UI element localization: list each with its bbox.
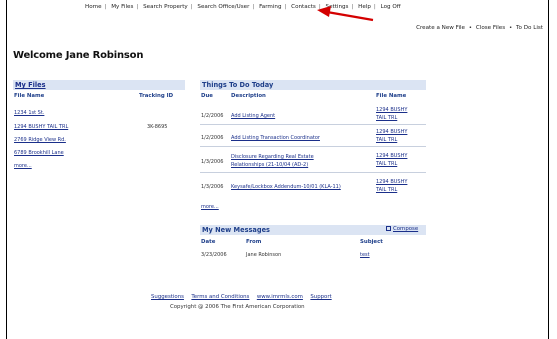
messages-title: My New Messages [202, 226, 270, 234]
annotation-arrow-icon [317, 6, 374, 22]
my-files-title[interactable]: My Files [15, 81, 46, 89]
compose-label[interactable]: Compose [393, 226, 418, 232]
row-divider [200, 124, 426, 125]
my-files-header: My Files [13, 80, 185, 90]
todo-description-link-line2[interactable]: Relationships (21-10/04 (AD-2) [231, 162, 308, 168]
todo-file-link[interactable]: 1294 BUSHY [376, 129, 407, 135]
todo-list-link[interactable]: To Do List [516, 25, 543, 31]
todo-description-link[interactable]: Disclosure Regarding Real Estate [231, 154, 314, 160]
todo-file-link-line2[interactable]: TAIL TRL [376, 187, 397, 193]
todo-due: 1/3/2006 [201, 159, 224, 165]
file-link[interactable]: 1294 BUSHY TAIL TRL [14, 124, 68, 130]
todo-file-link[interactable]: 1294 BUSHY [376, 107, 407, 113]
todo-header: Things To Do Today [200, 80, 426, 90]
todo-due: 1/2/2006 [201, 135, 224, 141]
todo-file-link[interactable]: 1294 BUSHY [376, 179, 407, 185]
tracking-id: 3K-8695 [147, 124, 168, 130]
todo-description-link[interactable]: Keysafe/Lockbox Addendum-10/01 (KLA-11) [231, 184, 341, 190]
compose-button[interactable]: Compose [386, 226, 418, 232]
col-date: Date [201, 239, 216, 245]
footer-links: Suggestions Terms and Conditions www.imr… [151, 294, 332, 300]
more-todo-link[interactable]: more... [201, 204, 219, 210]
bullet-separator: • [468, 25, 473, 31]
col-subject: Subject [360, 239, 383, 245]
welcome-heading: Welcome Jane Robinson [13, 50, 144, 61]
nav-my-files[interactable]: My Files [111, 4, 133, 10]
todo-due: 1/2/2006 [201, 113, 224, 119]
nav-search-property[interactable]: Search Property [143, 4, 188, 10]
todo-due: 1/3/2006 [201, 184, 224, 190]
compose-icon [386, 226, 391, 231]
more-files-link[interactable]: more... [14, 163, 32, 169]
file-link[interactable]: 1234 1st St. [14, 110, 44, 116]
message-subject-link[interactable]: test [360, 252, 370, 258]
nav-farming[interactable]: Farming [259, 4, 281, 10]
file-link[interactable]: 2769 Ridge View Rd. [14, 137, 66, 143]
todo-file-link[interactable]: 1294 BUSHY [376, 153, 407, 159]
footer-support-link[interactable]: Support [310, 294, 331, 300]
footer-suggestions-link[interactable]: Suggestions [151, 294, 184, 300]
col-from: From [246, 239, 262, 245]
todo-description-link[interactable]: Add Listing Transaction Coordinator [231, 135, 320, 141]
nav-home[interactable]: Home [85, 4, 102, 10]
nav-log-off[interactable]: Log Off [381, 4, 401, 10]
col-todo-file-name: File Name [376, 93, 407, 99]
todo-file-link-line2[interactable]: TAIL TRL [376, 161, 397, 167]
message-from: Jane Robinson [246, 252, 282, 258]
col-description: Description [231, 93, 266, 99]
todo-title: Things To Do Today [202, 81, 274, 89]
close-files-link[interactable]: Close Files [476, 25, 505, 31]
nav-search-office-user[interactable]: Search Office/User [197, 4, 249, 10]
col-tracking-id: Tracking ID [139, 93, 174, 99]
todo-file-link-line2[interactable]: TAIL TRL [376, 137, 397, 143]
col-file-name: File Name [14, 93, 45, 99]
todo-file-link-line2[interactable]: TAIL TRL [376, 115, 397, 121]
todo-description-link[interactable]: Add Listing Agent [231, 113, 275, 119]
message-date: 3/23/2006 [201, 252, 227, 258]
file-link[interactable]: 6789 Brookhill Lane [14, 150, 64, 156]
row-divider [200, 146, 426, 147]
row-divider [200, 172, 426, 173]
footer-terms-link[interactable]: Terms and Conditions [191, 294, 249, 300]
footer-site-link[interactable]: www.imrmls.com [257, 294, 303, 300]
col-due: Due [201, 93, 213, 99]
copyright-text: Copyright @ 2006 The First American Corp… [170, 304, 305, 310]
sub-nav: Create a New File • Close Files • To Do … [416, 25, 543, 31]
nav-contacts[interactable]: Contacts [291, 4, 316, 10]
create-new-file-link[interactable]: Create a New File [416, 25, 465, 31]
bullet-separator: • [508, 25, 513, 31]
